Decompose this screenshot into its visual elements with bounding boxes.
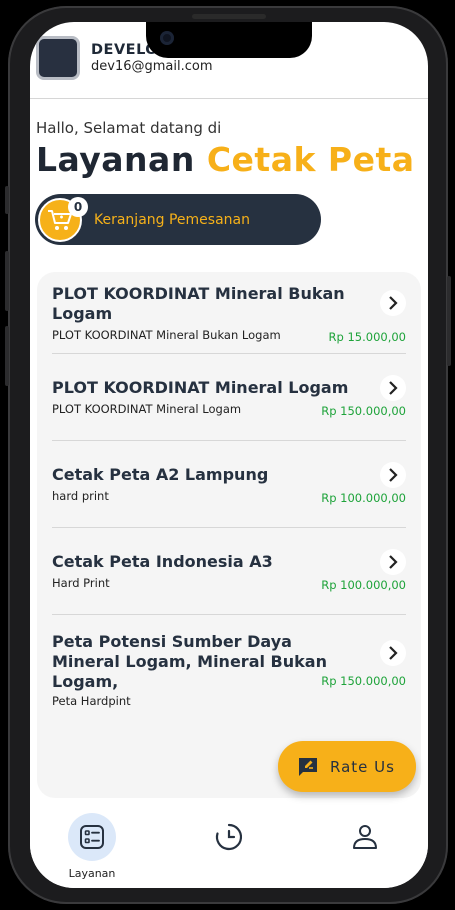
notch: [146, 14, 312, 58]
item-subtitle: Peta Hardpint: [52, 694, 131, 708]
item-title: PLOT KOORDINAT Mineral Logam: [52, 378, 349, 397]
volume-up-button: [5, 251, 9, 311]
item-divider: [52, 527, 406, 528]
power-button: [447, 276, 451, 366]
nav-bubble: [68, 813, 116, 861]
chevron-right-icon[interactable]: [380, 375, 406, 401]
item-divider: [52, 440, 406, 441]
item-subtitle: Hard Print: [52, 576, 110, 590]
bottom-navigation: Layanan: [30, 807, 428, 888]
item-title: PLOT KOORDINAT Mineral Bukan Logam: [52, 284, 345, 323]
rate-us-label: Rate Us: [330, 757, 395, 776]
list-item[interactable]: Peta Potensi Sumber Daya Mineral Logam, …: [52, 632, 406, 708]
list-item[interactable]: Cetak Peta Indonesia A3 Hard Print Rp 10…: [52, 549, 406, 592]
item-divider: [52, 353, 406, 354]
item-price: Rp 150.000,00: [321, 404, 406, 418]
nav-label: Layanan: [68, 867, 116, 880]
chevron-right-icon[interactable]: [380, 549, 406, 575]
front-camera: [160, 31, 174, 45]
nav-bubble: [205, 813, 253, 861]
item-price: Rp 15.000,00: [328, 330, 406, 344]
product-list: PLOT KOORDINAT Mineral Bukan Logam PLOT …: [37, 272, 421, 798]
chevron-right-icon[interactable]: [380, 640, 406, 666]
item-subtitle: PLOT KOORDINAT Mineral Logam: [52, 402, 242, 416]
item-subtitle: hard print: [52, 489, 109, 503]
nav-item-profile[interactable]: [341, 813, 389, 867]
item-price: Rp 100.000,00: [321, 578, 406, 592]
avatar[interactable]: [36, 36, 80, 80]
chevron-right-icon[interactable]: [380, 462, 406, 488]
speaker: [192, 14, 266, 19]
item-price: Rp 100.000,00: [321, 491, 406, 505]
item-title: Cetak Peta A2 Lampung: [52, 465, 269, 484]
page-title: Layanan Cetak Peta: [36, 140, 415, 179]
header-divider: [30, 98, 428, 99]
cart-button[interactable]: 0 Keranjang Pemesanan: [35, 194, 321, 245]
volume-down-button: [5, 326, 9, 386]
list-icon: [80, 825, 104, 849]
feedback-icon: [299, 757, 317, 776]
nav-item-layanan[interactable]: Layanan: [68, 813, 116, 880]
profile-icon: [353, 825, 377, 849]
nav-bubble: [341, 813, 389, 861]
item-title: Peta Potensi Sumber Daya Mineral Logam, …: [52, 632, 327, 691]
nav-item-history[interactable]: [205, 813, 253, 867]
list-item[interactable]: PLOT KOORDINAT Mineral Logam PLOT KOORDI…: [52, 375, 406, 418]
mute-switch: [5, 186, 9, 214]
item-subtitle: PLOT KOORDINAT Mineral Bukan Logam: [52, 328, 281, 342]
cart-icon-wrap: 0: [38, 196, 88, 242]
list-item[interactable]: PLOT KOORDINAT Mineral Bukan Logam PLOT …: [52, 284, 406, 344]
app-screen: DEVELO dev16@gmail.com Hallo, Selamat da…: [30, 22, 428, 888]
history-icon: [215, 823, 243, 851]
item-divider: [52, 614, 406, 615]
cart-count-badge: 0: [68, 196, 88, 217]
chevron-right-icon[interactable]: [380, 290, 406, 316]
item-title: Cetak Peta Indonesia A3: [52, 552, 273, 571]
page-title-part2: Cetak Peta: [206, 140, 415, 179]
cart-label: Keranjang Pemesanan: [94, 211, 250, 228]
page-title-part1: Layanan: [36, 140, 195, 179]
rate-us-button[interactable]: Rate Us: [278, 741, 416, 792]
list-item[interactable]: Cetak Peta A2 Lampung hard print Rp 100.…: [52, 462, 406, 505]
greeting-text: Hallo, Selamat datang di: [36, 119, 222, 137]
item-price: Rp 150.000,00: [321, 674, 406, 688]
profile-email: dev16@gmail.com: [91, 59, 213, 74]
